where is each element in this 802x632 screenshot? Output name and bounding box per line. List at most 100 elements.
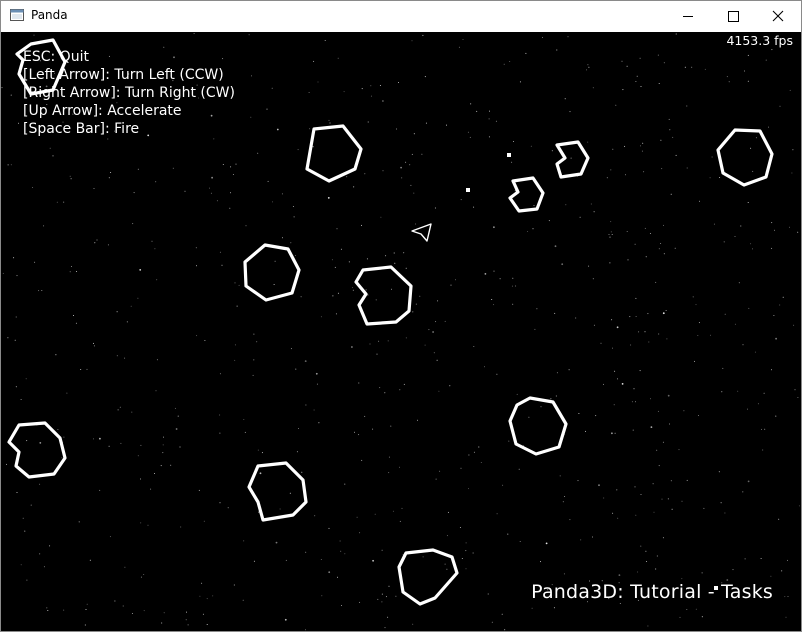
star xyxy=(459,527,461,528)
star xyxy=(692,296,694,298)
star xyxy=(534,328,536,330)
star xyxy=(671,508,673,510)
star xyxy=(592,87,594,89)
star xyxy=(24,530,26,532)
star xyxy=(638,331,640,333)
star xyxy=(791,172,793,174)
star xyxy=(332,295,334,297)
star xyxy=(196,335,198,337)
star xyxy=(434,207,436,209)
asteroid xyxy=(305,124,363,183)
star xyxy=(273,284,275,285)
star xyxy=(794,389,796,391)
star xyxy=(455,279,456,281)
star xyxy=(640,494,642,495)
star xyxy=(540,561,541,563)
star xyxy=(435,321,437,323)
star xyxy=(10,164,12,166)
star xyxy=(216,200,218,202)
star xyxy=(162,452,164,454)
close-button[interactable] xyxy=(755,1,801,31)
star xyxy=(289,492,291,494)
star xyxy=(592,536,593,538)
star xyxy=(461,558,463,559)
star xyxy=(93,188,95,189)
star xyxy=(327,197,330,199)
star xyxy=(491,621,493,623)
star xyxy=(210,192,212,194)
star xyxy=(502,484,504,486)
star xyxy=(627,259,629,261)
star xyxy=(588,265,590,267)
star xyxy=(512,303,514,305)
star xyxy=(798,505,800,507)
star xyxy=(724,512,726,514)
star xyxy=(600,342,602,344)
star xyxy=(435,478,437,480)
star xyxy=(116,355,118,357)
star xyxy=(640,145,641,147)
star xyxy=(120,442,122,444)
star xyxy=(533,205,535,206)
star xyxy=(493,304,495,306)
game-viewport[interactable]: 4153.3 fps ESC: Quit [Left Arrow]: Turn … xyxy=(1,32,801,631)
star xyxy=(132,223,134,225)
app-window: Panda 4153.3 fps ESC: Quit [Left Arrow]:… xyxy=(0,0,802,632)
star xyxy=(577,480,579,482)
star xyxy=(613,404,615,406)
player-ship-icon xyxy=(411,223,432,242)
star xyxy=(611,319,613,321)
star xyxy=(509,61,511,62)
star xyxy=(721,391,723,393)
star xyxy=(658,83,660,84)
star xyxy=(755,137,757,139)
star xyxy=(15,316,17,318)
star xyxy=(645,550,647,552)
star xyxy=(80,369,82,370)
star xyxy=(252,374,254,376)
star xyxy=(114,600,116,602)
star xyxy=(774,229,775,231)
maximize-button[interactable] xyxy=(711,1,757,31)
star xyxy=(488,118,490,120)
star xyxy=(156,279,158,281)
star xyxy=(709,177,711,179)
minimize-button[interactable] xyxy=(665,1,711,31)
star xyxy=(39,442,42,444)
star xyxy=(321,595,323,597)
star xyxy=(631,401,633,403)
star xyxy=(669,423,670,425)
star xyxy=(172,167,174,169)
star xyxy=(365,289,367,291)
star xyxy=(140,444,142,446)
instruction-line: [Up Arrow]: Accelerate xyxy=(23,103,182,119)
star xyxy=(154,473,155,474)
star xyxy=(554,312,556,314)
star xyxy=(361,88,363,90)
star xyxy=(93,438,94,440)
star xyxy=(320,316,322,318)
star xyxy=(698,415,699,416)
star xyxy=(662,312,665,315)
star xyxy=(436,359,438,361)
star xyxy=(384,392,386,394)
star xyxy=(206,624,208,625)
star xyxy=(678,449,680,451)
star xyxy=(413,192,415,194)
title-bar[interactable]: Panda xyxy=(1,1,801,31)
maximize-icon xyxy=(728,11,739,22)
star xyxy=(770,575,772,577)
star xyxy=(622,89,624,91)
star xyxy=(76,271,77,272)
star xyxy=(797,397,799,398)
star xyxy=(681,578,683,580)
star xyxy=(726,76,728,78)
star xyxy=(63,201,65,203)
star xyxy=(579,216,581,218)
star xyxy=(609,262,611,264)
star xyxy=(89,559,91,561)
star xyxy=(13,257,15,259)
star xyxy=(797,231,799,233)
star xyxy=(701,572,703,574)
star xyxy=(686,479,688,481)
